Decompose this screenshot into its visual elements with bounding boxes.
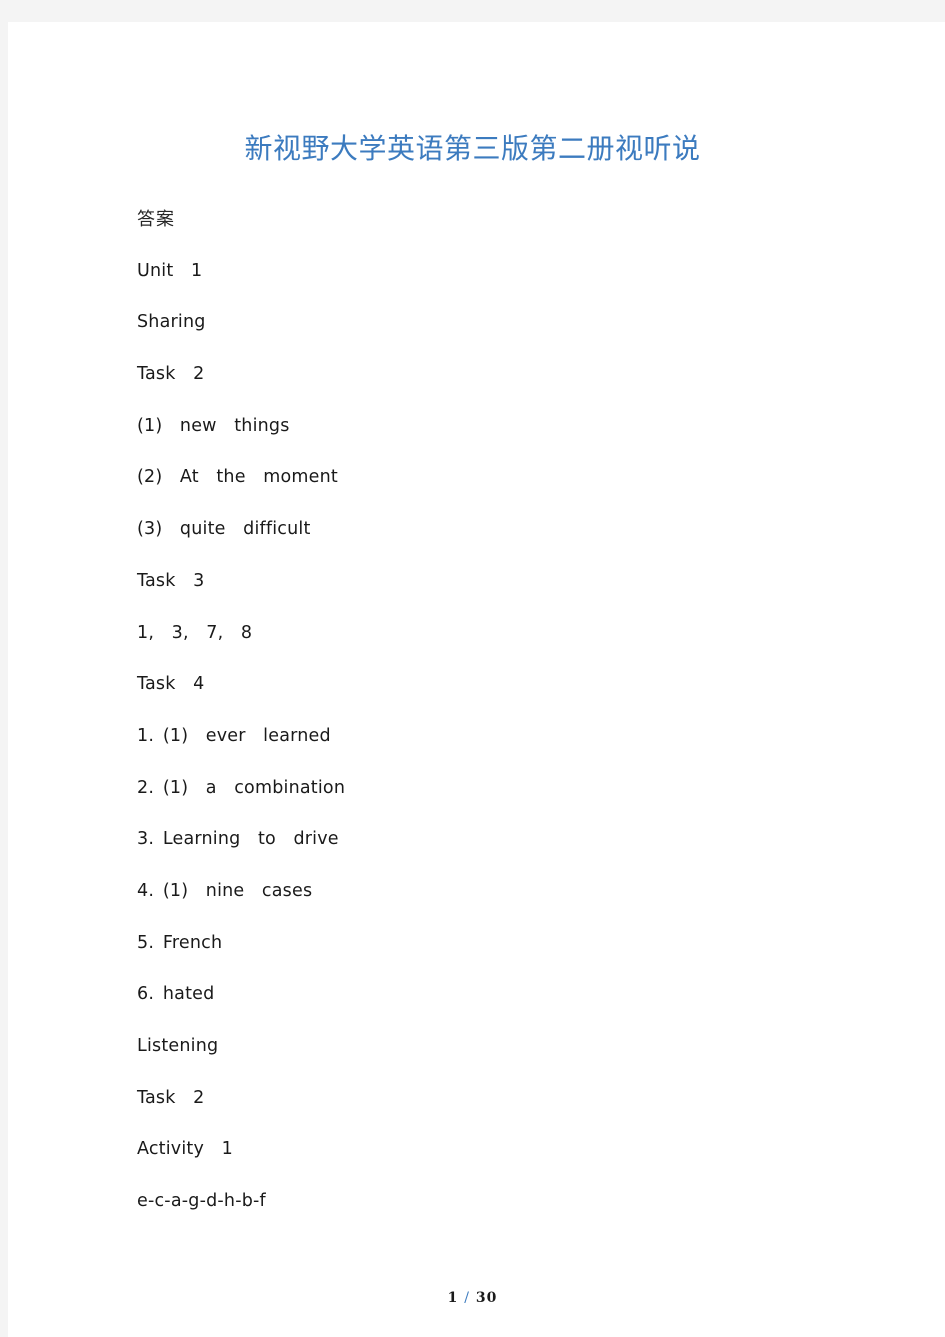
- document-line: Activity 1: [137, 1139, 233, 1160]
- document-line: Task 4: [137, 674, 205, 695]
- document-line: Task 2: [137, 364, 205, 385]
- document-line: e-c-a-g-d-h-b-f: [137, 1191, 266, 1212]
- page-canvas: 新视野大学英语第三版第二册视听说 答案 Unit 1 Sharing Task 2 (1…: [0, 0, 945, 1337]
- footer-separator: /: [464, 1290, 470, 1306]
- page-footer: 1 / 30: [8, 1290, 937, 1306]
- document-line: (3) quite difficult: [137, 519, 311, 540]
- document-line: 1, 3, 7, 8: [137, 622, 253, 643]
- document-body: 答案 Unit 1 Sharing Task 2 (1) new things (2) A…: [137, 194, 877, 1228]
- document-line: 答案: [137, 209, 175, 230]
- footer-total-pages: 30: [475, 1290, 498, 1306]
- page-title: 新视野大学英语第三版第二册视听说: [244, 132, 701, 165]
- document-line: Task 2: [137, 1087, 205, 1108]
- document-line: 5. French: [137, 932, 223, 953]
- document-line: 4. (1) nine cases: [137, 880, 313, 901]
- document-line: Unit 1: [137, 260, 203, 281]
- document-line: (2) At the moment: [137, 467, 338, 488]
- document-line: 1. (1) ever learned: [137, 725, 331, 746]
- document-line: (1) new things: [137, 415, 290, 436]
- document-line: 6. hated: [137, 984, 215, 1005]
- document-line: Task 3: [137, 570, 205, 591]
- footer-current-page: 1: [447, 1290, 459, 1306]
- document-line: 3. Learning to drive: [137, 829, 339, 850]
- document-line: Sharing: [137, 312, 206, 333]
- document-page: 新视野大学英语第三版第二册视听说 答案 Unit 1 Sharing Task 2 (1…: [8, 22, 945, 1337]
- document-line: 2. (1) a combination: [137, 777, 346, 798]
- document-line: Listening: [137, 1036, 219, 1056]
